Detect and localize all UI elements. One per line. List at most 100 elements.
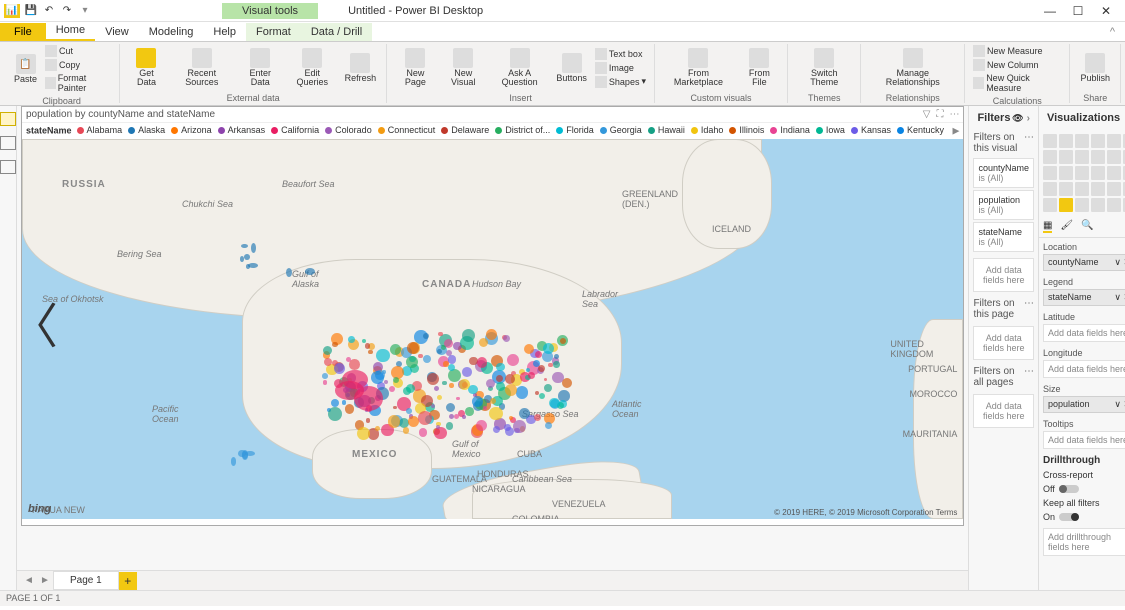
page-next-icon[interactable]: ► <box>37 575 53 586</box>
legend-item[interactable]: Hawaii <box>648 125 685 135</box>
recent-sources-button[interactable]: Recent Sources <box>169 46 235 89</box>
filter-card[interactable]: countyNameis (All) <box>973 158 1034 188</box>
viz-type-icon[interactable] <box>1075 182 1089 196</box>
from-marketplace-button[interactable]: From Marketplace <box>661 46 736 89</box>
legend-item[interactable]: Arizona <box>171 125 212 135</box>
legend-item[interactable]: Alabama <box>77 125 123 135</box>
keep-all-switch[interactable] <box>1059 513 1079 521</box>
legend-item[interactable]: Connecticut <box>378 125 436 135</box>
filter-card[interactable]: populationis (All) <box>973 190 1034 220</box>
filters-visual-drop[interactable]: Add data fields here <box>973 258 1034 292</box>
viz-type-icon[interactable] <box>1043 134 1057 148</box>
well-longitude-drop[interactable]: Add data fields here <box>1043 360 1125 378</box>
save-icon[interactable]: 💾 <box>24 4 38 18</box>
data-view-icon[interactable] <box>0 136 16 150</box>
format-tab[interactable]: 🖌 <box>1060 220 1073 233</box>
well-legend-value[interactable]: stateName∨ ✕ <box>1043 289 1125 306</box>
ribbon-collapse-icon[interactable]: ^ <box>1100 23 1125 41</box>
viz-type-icon[interactable] <box>1091 182 1105 196</box>
legend-item[interactable]: California <box>271 125 319 135</box>
viz-type-icon[interactable] <box>1043 182 1057 196</box>
menu-file[interactable]: File <box>0 23 46 41</box>
legend-item[interactable]: Georgia <box>600 125 642 135</box>
legend-item[interactable]: Kentucky <box>897 125 944 135</box>
viz-type-icon[interactable] <box>1043 150 1057 164</box>
menu-modeling[interactable]: Modeling <box>139 23 204 41</box>
legend-item[interactable]: Colorado <box>325 125 372 135</box>
drillthrough-drop[interactable]: Add drillthrough fields here <box>1043 528 1125 556</box>
paste-button[interactable]: 📋Paste <box>10 52 41 86</box>
legend-item[interactable]: Delaware <box>441 125 489 135</box>
new-column-button[interactable]: New Column <box>971 58 1063 72</box>
viz-type-icon[interactable] <box>1059 182 1073 196</box>
legend-item[interactable]: Iowa <box>816 125 845 135</box>
menu-home[interactable]: Home <box>46 21 95 41</box>
analytics-tab[interactable]: 🔍 <box>1081 220 1093 233</box>
text-box-button[interactable]: Text box <box>593 47 648 61</box>
menu-format[interactable]: Format <box>246 23 301 41</box>
copy-button[interactable]: Copy <box>43 58 113 72</box>
viz-type-icon[interactable] <box>1091 150 1105 164</box>
viz-type-icon[interactable] <box>1075 150 1089 164</box>
filters-page-more-icon[interactable]: ⋯ <box>1024 298 1034 320</box>
legend-item[interactable]: Indiana <box>770 125 810 135</box>
viz-type-icon[interactable] <box>1075 166 1089 180</box>
new-visual-button[interactable]: New Visual <box>440 46 487 89</box>
more-icon[interactable]: ⋯ <box>949 109 959 120</box>
refresh-button[interactable]: Refresh <box>341 51 381 85</box>
fields-well-tab[interactable]: ▦ <box>1043 220 1052 233</box>
switch-theme-button[interactable]: Switch Theme <box>794 46 855 89</box>
image-button[interactable]: Image <box>593 61 648 75</box>
page-tab-1[interactable]: Page 1 <box>53 571 119 590</box>
undo-icon[interactable]: ↶ <box>42 4 56 18</box>
legend-item[interactable]: Illinois <box>729 125 764 135</box>
filters-all-drop[interactable]: Add data fields here <box>973 394 1034 428</box>
new-quick-measure-button[interactable]: New Quick Measure <box>971 72 1063 94</box>
enter-data-button[interactable]: Enter Data <box>237 46 284 89</box>
viz-type-icon[interactable] <box>1091 198 1105 212</box>
cross-report-switch[interactable] <box>1059 485 1079 493</box>
menu-data-drill[interactable]: Data / Drill <box>301 23 372 41</box>
report-view-icon[interactable] <box>0 112 16 126</box>
viz-type-icon[interactable] <box>1043 198 1057 212</box>
viz-type-icon[interactable] <box>1059 150 1073 164</box>
close-button[interactable]: ✕ <box>1099 4 1113 18</box>
well-tooltips-drop[interactable]: Add data fields here <box>1043 431 1125 449</box>
add-page-button[interactable]: + <box>119 572 137 590</box>
maximize-button[interactable]: ☐ <box>1071 4 1085 18</box>
viz-type-icon[interactable] <box>1059 166 1073 180</box>
cross-report-toggle[interactable]: Cross-report <box>1039 468 1125 482</box>
filters-more-icon[interactable]: ⋯ <box>1024 132 1034 154</box>
viz-type-icon[interactable] <box>1059 134 1073 148</box>
viz-type-icon[interactable] <box>1107 166 1121 180</box>
well-location-value[interactable]: countyName∨ ✕ <box>1043 254 1125 271</box>
model-view-icon[interactable] <box>0 160 16 174</box>
manage-relationships-button[interactable]: Manage Relationships <box>867 46 958 89</box>
shapes-button[interactable]: Shapes▾ <box>593 75 648 89</box>
legend-item[interactable]: Idaho <box>691 125 724 135</box>
legend-item[interactable]: Florida <box>556 125 594 135</box>
filters-all-more-icon[interactable]: ⋯ <box>1024 366 1034 388</box>
viz-type-icon[interactable] <box>1107 182 1121 196</box>
cut-button[interactable]: Cut <box>43 44 113 58</box>
legend-item[interactable]: Kansas <box>851 125 891 135</box>
focus-icon[interactable]: ⛶ <box>936 109 943 120</box>
publish-button[interactable]: Publish <box>1076 51 1114 85</box>
from-file-button[interactable]: From File <box>738 46 781 89</box>
filters-page-drop[interactable]: Add data fields here <box>973 326 1034 360</box>
map-canvas[interactable]: CANADA MEXICO GREENLAND (DEN.) ICELAND R… <box>22 139 963 519</box>
well-size-value[interactable]: population∨ ✕ <box>1043 396 1125 413</box>
legend-item[interactable]: District of... <box>495 125 550 135</box>
viz-type-icon[interactable] <box>1107 150 1121 164</box>
back-arrow-icon[interactable]: 〈 <box>10 287 58 357</box>
new-measure-button[interactable]: New Measure <box>971 44 1063 58</box>
viz-type-icon[interactable] <box>1091 134 1105 148</box>
filters-collapse-icon[interactable]: › <box>1027 113 1030 124</box>
qat-dropdown-icon[interactable]: ▾ <box>78 4 92 18</box>
ask-question-button[interactable]: Ask A Question <box>489 46 551 89</box>
viz-type-icon[interactable] <box>1043 166 1057 180</box>
viz-type-icon[interactable] <box>1075 134 1089 148</box>
page-prev-icon[interactable]: ◄ <box>21 575 37 586</box>
filter-icon[interactable]: ▽ <box>923 109 931 120</box>
format-painter-button[interactable]: Format Painter <box>43 72 113 94</box>
